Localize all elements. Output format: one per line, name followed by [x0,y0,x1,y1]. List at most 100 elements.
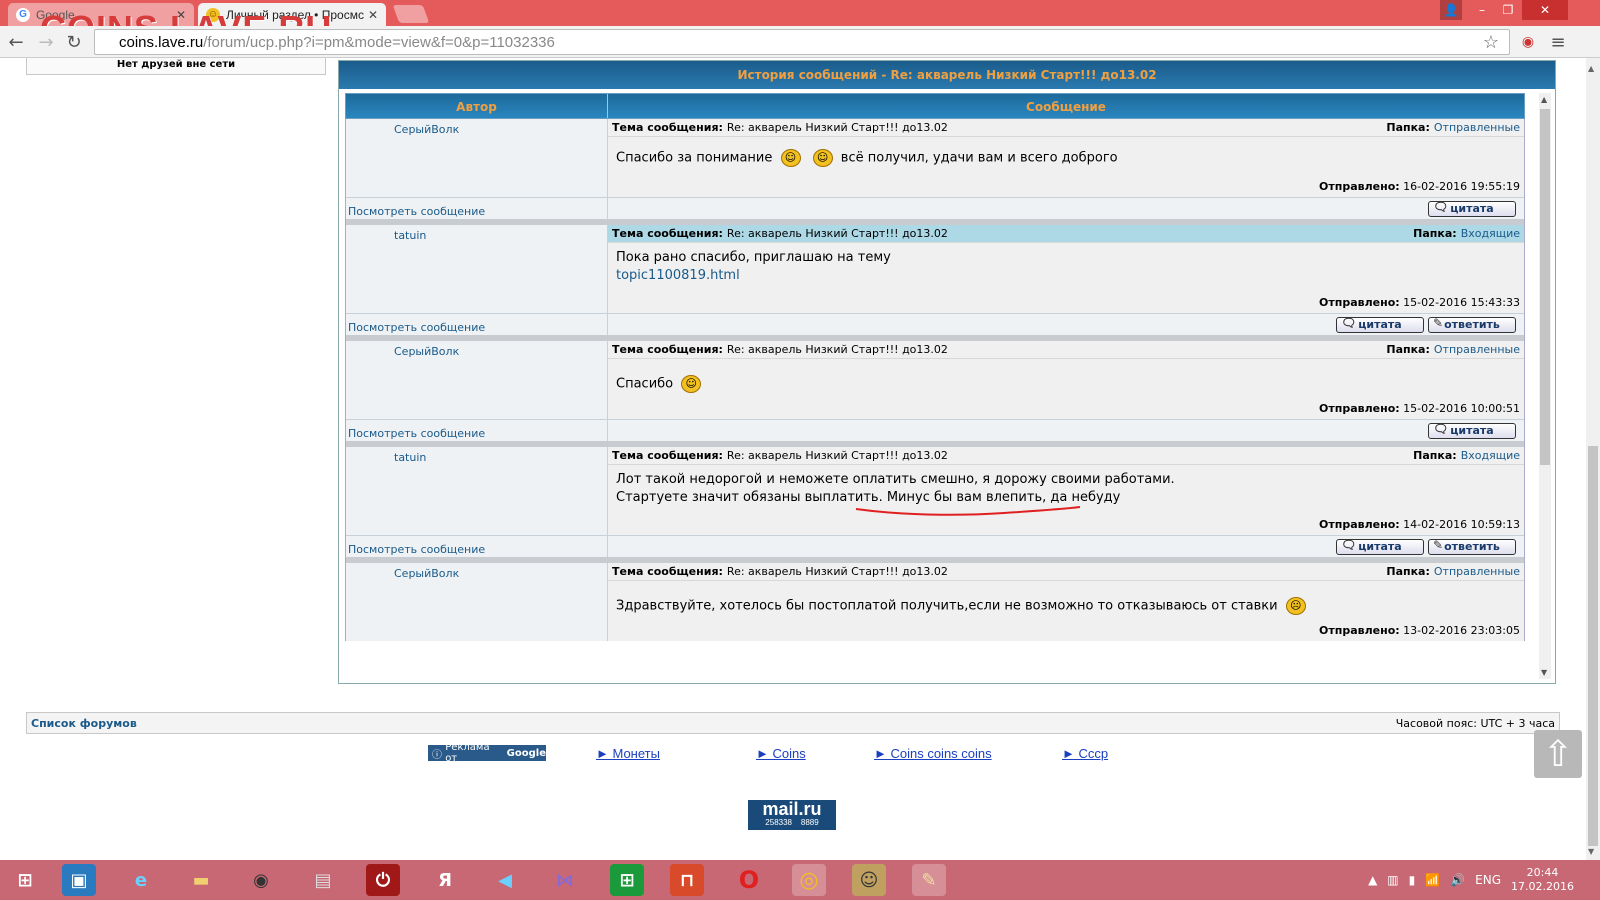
clock[interactable]: 20:44 17.02.2016 [1511,866,1574,894]
ie-icon[interactable]: e [124,864,158,896]
back-icon[interactable]: ← [4,30,28,54]
col-author: Автор [346,94,608,118]
author-link[interactable]: СерыйВолк [346,345,607,358]
author-link[interactable]: tatuin [346,451,607,464]
folder-link[interactable]: Входящие [1461,227,1520,240]
scroll-up-icon[interactable]: ▲ [1541,95,1547,104]
quote-button[interactable]: 🗨 цитата [1336,316,1424,333]
ad-link[interactable]: ► Coins [756,744,806,762]
history-scroll-area[interactable]: Автор Сообщение СерыйВолк Тема сообщения… [345,93,1525,679]
new-tab-button[interactable] [392,5,430,23]
text-line: всё получил, удачи вам и всего доброго [840,150,1118,166]
close-icon[interactable]: ✕ [368,8,378,22]
view-message-link[interactable]: Посмотреть сообщение [346,536,608,557]
sent-label: Отправлено: [1319,296,1400,309]
view-message-link[interactable]: Посмотреть сообщение [346,198,608,219]
signal-icon[interactable]: 📶 [1425,873,1440,887]
forward-icon[interactable]: → [34,30,58,54]
document-icon[interactable]: ▤ [306,864,340,896]
message-author: СерыйВолк [346,119,608,197]
tab-personal[interactable]: ☺ Личный раздел • Просмс ✕ [198,3,386,26]
user-icon[interactable]: 👤 [1440,0,1462,20]
scroll-down-icon[interactable]: ▼ [1541,668,1547,677]
ad-link[interactable]: ► Cccp [1062,744,1108,762]
author-link[interactable]: СерыйВолк [346,123,607,136]
ad-link-text[interactable]: ► Coins [756,746,806,761]
power-icon[interactable]: ⏻ [366,864,400,896]
quote-label: цитата [1450,202,1494,215]
speaker-app-icon[interactable]: ◉ [244,864,278,896]
network-icon[interactable]: ▥ [1387,873,1398,887]
ad-link-text[interactable]: ► Монеты [596,746,660,761]
message-text: Пока рано спасибо, приглашаю на тему top… [608,243,1524,291]
close-window-icon[interactable]: ✕ [1522,0,1568,20]
ad-link[interactable]: ► Монеты [596,744,660,762]
reply-button[interactable]: ✎ ответить [1428,538,1516,555]
folder-link[interactable]: Отправленные [1434,565,1520,578]
battery-icon[interactable]: ▮ [1409,873,1416,887]
history-scrollbar[interactable]: ▲ ▼ [1539,93,1551,679]
subject-label: Тема сообщения: [612,449,723,462]
menu-icon[interactable]: ≡ [1546,30,1570,54]
mailru-counter[interactable]: mail.ru 258338 8889 [748,800,836,830]
quote-icon: 🗨 [1433,421,1449,436]
folder-link[interactable]: Входящие [1461,449,1520,462]
scroll-up-icon[interactable]: ▲ [1588,64,1594,73]
folder-link[interactable]: Отправленные [1434,343,1520,356]
language-indicator[interactable]: ENG [1475,873,1501,887]
visual-studio-icon[interactable]: ⋈ [548,864,582,896]
windows-start-icon[interactable]: ⊞ [8,864,42,896]
quote-button[interactable]: 🗨 цитата [1336,538,1424,555]
scroll-thumb[interactable] [1588,446,1598,846]
address-bar[interactable]: coins.lave.ru/forum/ucp.php?i=pm&mode=vi… [94,29,1510,55]
message-subject: Тема сообщения: Re: акварель Низкий Стар… [608,119,1524,137]
reply-button[interactable]: ✎ ответить [1428,316,1516,333]
reload-icon[interactable]: ↻ [62,30,86,54]
message-subject: Тема сообщения: Re: акварель Низкий Стар… [608,447,1524,465]
maximize-icon[interactable]: ❐ [1496,0,1520,20]
page-scrollbar[interactable]: ▲ ▼ [1586,58,1600,860]
photo-app-icon[interactable]: ☺ [852,864,886,896]
extension-icon[interactable]: ◉ [1516,30,1540,54]
office-icon[interactable]: ⊓ [670,864,704,896]
ad-link-text[interactable]: ► Cccp [1062,746,1108,761]
store-icon[interactable]: ⊞ [610,864,644,896]
opera-icon[interactable]: O [732,864,766,896]
chrome-icon[interactable]: ◎ [792,864,826,896]
quote-button[interactable]: 🗨 цитата [1428,421,1516,439]
tray-arrow-icon[interactable]: ▲ [1368,873,1377,887]
message-item: tatuin Тема сообщения: Re: акварель Низк… [345,447,1525,563]
folder-icon[interactable]: ▬ [184,864,218,896]
app-icon[interactable]: ▣ [62,864,96,896]
scroll-down-icon[interactable]: ▼ [1588,847,1594,856]
message-author: tatuin [346,447,608,535]
ad-link[interactable]: ► Coins coins coins [874,744,992,762]
author-link[interactable]: СерыйВолк [346,567,607,580]
bookmark-star-icon[interactable]: ☆ [1483,32,1499,53]
smiley-favicon-icon: ☺ [206,7,220,22]
ad-link-text[interactable]: ► Coins coins coins [874,746,992,761]
ad-badge[interactable]: ⓘ Реклама от Google [428,742,546,764]
close-icon[interactable]: ✕ [176,8,186,22]
forum-list-link[interactable]: Список форумов [31,717,137,730]
author-link[interactable]: tatuin [346,229,607,242]
folder-label: Папка: [1413,449,1457,462]
scroll-thumb[interactable] [1540,109,1550,465]
quote-button[interactable]: 🗨 цитата [1428,200,1516,217]
sent-value: 14-02-2016 10:59:13 [1403,518,1520,531]
mailru-logo: mail.ru [762,799,822,819]
yandex-icon[interactable]: Я [428,864,462,896]
sent-value: 13-02-2016 23:03:05 [1403,624,1520,637]
view-message-link[interactable]: Посмотреть сообщение [346,314,608,335]
info-icon: ⓘ [432,749,446,761]
paint-icon[interactable]: ✎ [912,864,946,896]
scroll-to-top-icon[interactable]: ⇧ [1534,730,1582,778]
topic-link[interactable]: topic1100819.html [616,268,740,283]
volume-icon[interactable]: ◀ [488,864,522,896]
view-message-link[interactable]: Посмотреть сообщение [346,420,608,441]
message-history: История сообщений - Re: акварель Низкий … [338,60,1556,684]
tab-google[interactable]: G Google ✕ [8,3,194,26]
minimize-icon[interactable]: – [1470,0,1494,20]
volume-tray-icon[interactable]: 🔊 [1450,873,1465,887]
folder-link[interactable]: Отправленные [1434,121,1520,134]
